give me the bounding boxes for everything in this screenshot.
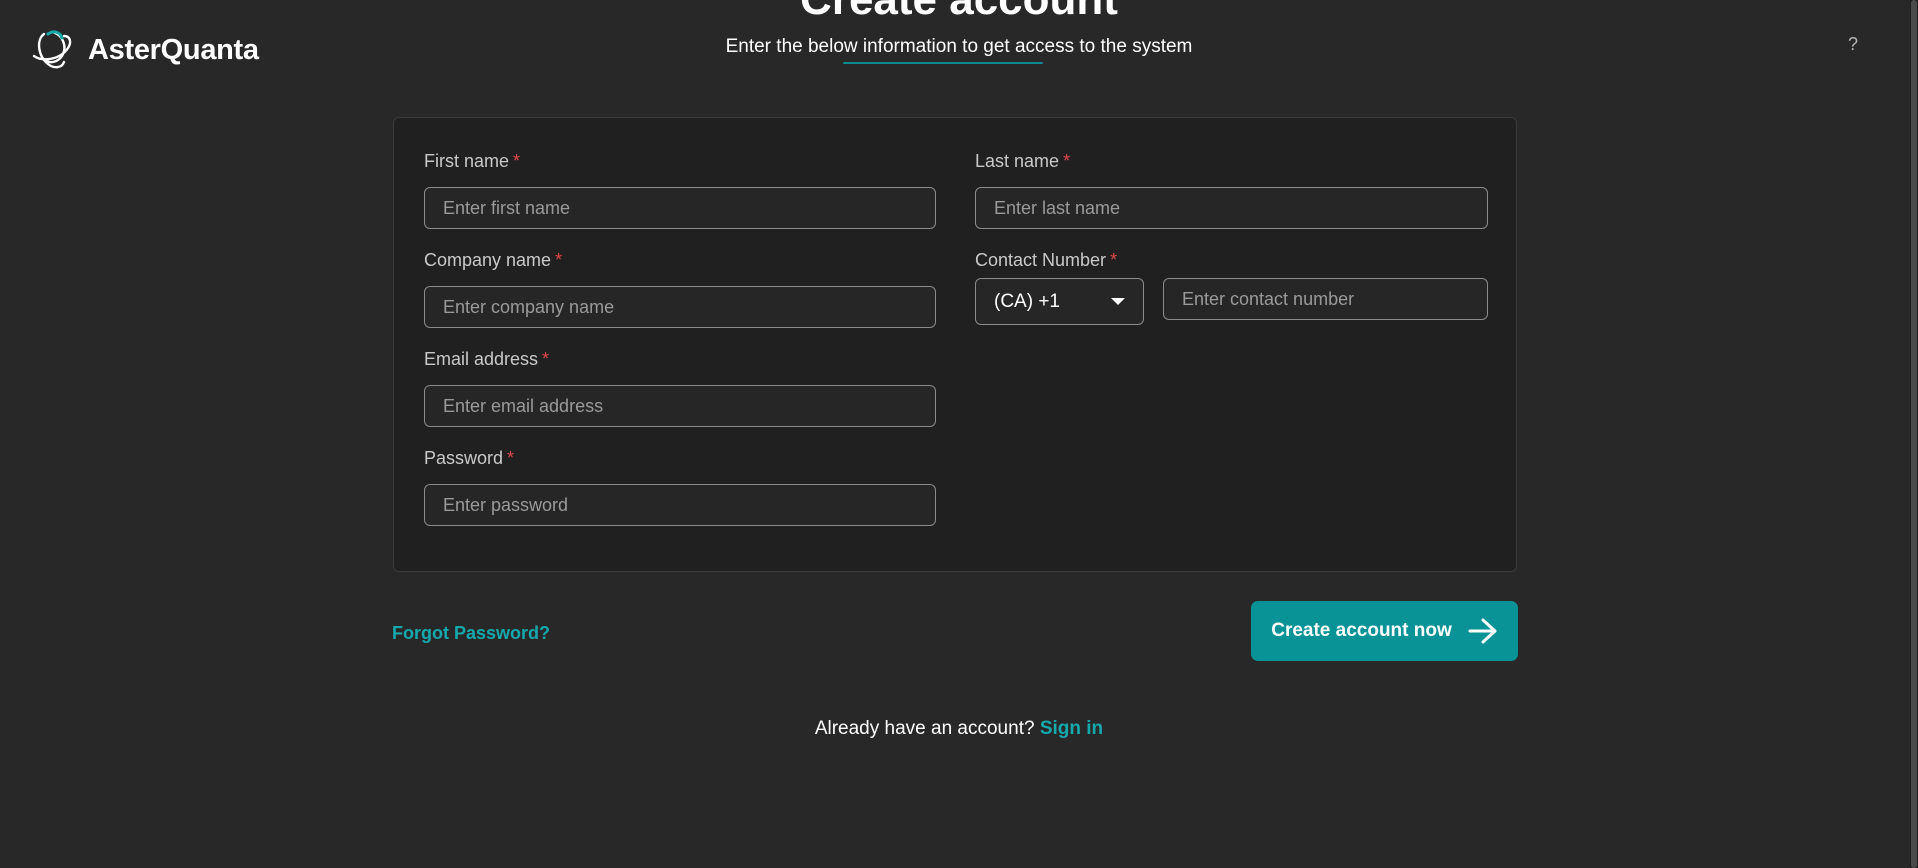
country-code-select[interactable]: (CA) +1 [975, 278, 1144, 325]
last-name-input[interactable] [975, 187, 1488, 229]
sign-in-link[interactable]: Sign in [1040, 718, 1103, 739]
contact-number-input[interactable] [1163, 278, 1488, 320]
company-name-label: Company name * [424, 250, 563, 270]
required-marker: * [542, 349, 550, 369]
required-marker: * [513, 151, 521, 171]
signin-prompt: Already have an account? Sign in [0, 718, 1918, 740]
country-code-value: (CA) +1 [994, 290, 1060, 312]
page-subtitle: Enter the below information to get acces… [725, 36, 1193, 57]
chevron-down-icon [1111, 298, 1125, 305]
email-label: Email address * [424, 349, 550, 369]
signin-prompt-text: Already have an account? [814, 718, 1035, 739]
required-marker: * [507, 448, 515, 468]
scrollbar-thumb[interactable] [1911, 0, 1917, 868]
first-name-label: First name * [424, 151, 521, 171]
required-marker: * [1110, 250, 1118, 270]
create-account-label: Create account now [1271, 620, 1452, 641]
page-title: Create account [0, 0, 1918, 22]
password-label: Password * [424, 448, 515, 468]
required-marker: * [1063, 151, 1071, 171]
password-input[interactable] [424, 484, 936, 526]
forgot-password-link[interactable]: Forgot Password? [392, 623, 550, 644]
arrow-right-icon [1468, 618, 1497, 644]
subtitle-underline [843, 62, 1043, 64]
last-name-label: Last name * [975, 151, 1071, 171]
email-input[interactable] [424, 385, 936, 427]
create-account-button[interactable]: Create account now [1251, 601, 1518, 661]
company-name-input[interactable] [424, 286, 936, 328]
required-marker: * [555, 250, 563, 270]
contact-number-label: Contact Number * [975, 250, 1118, 270]
registration-form-card: First name* Last name* Company name* Con… [393, 117, 1517, 572]
first-name-input[interactable] [424, 187, 936, 229]
vertical-scrollbar[interactable] [1910, 0, 1918, 868]
